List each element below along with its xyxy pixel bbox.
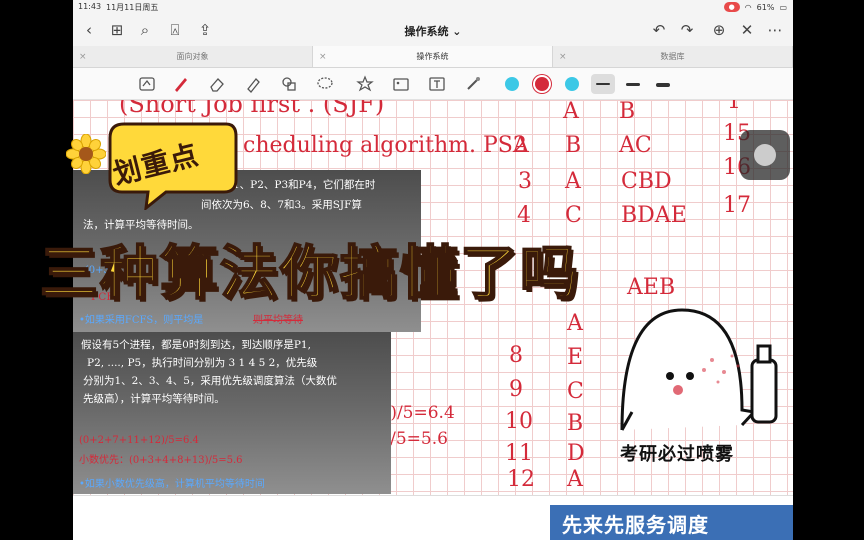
- note-right-number: 1: [727, 100, 741, 114]
- note-number: 4: [517, 203, 531, 228]
- recording-icon: ●: [723, 2, 740, 12]
- note-sequence: B: [619, 100, 635, 124]
- panel-text: •如果采用FCFS，则平均是: [79, 315, 204, 326]
- note-sjf-line: (Short Job first . (SJF): [119, 100, 384, 118]
- redo-icon[interactable]: ↷: [677, 20, 697, 40]
- note-number: 3: [518, 169, 532, 194]
- text-icon[interactable]: [427, 74, 447, 94]
- note-letter: A: [566, 311, 584, 336]
- note-letter: A: [562, 100, 580, 124]
- tab-close-icon[interactable]: ×: [79, 46, 87, 68]
- tab-os[interactable]: × 操作系统: [313, 46, 553, 67]
- note-number: 2: [513, 133, 527, 158]
- eraser-icon[interactable]: [207, 74, 227, 94]
- panel-text: 小数优先：(0+3+4+8+13)/5=5.6: [79, 455, 243, 466]
- nav-bar: ‹ ⊞ ⌕ ⍓ ⇪ 操作系统 ⌄ ↶ ↷ ⊕ ✕ ⋯: [73, 14, 793, 46]
- panel-text: 分别为1、2、3、4、5，采用优先级调度算法（大数优: [83, 375, 337, 387]
- tab-database[interactable]: × 数据库: [553, 46, 793, 67]
- lasso-read-icon[interactable]: [137, 74, 157, 94]
- note-number: 9: [509, 377, 523, 402]
- back-icon[interactable]: ‹: [79, 20, 99, 40]
- image-icon[interactable]: [391, 74, 411, 94]
- note-number: 10: [505, 409, 533, 434]
- note-letter: C: [567, 379, 584, 404]
- laser-pointer-icon[interactable]: [463, 74, 483, 94]
- panel-text: P2, ...., P5，执行时间分别为 3 1 4 5 2，优先级: [87, 357, 318, 369]
- panel-text: 先级高），计算平均等待时间。: [83, 393, 225, 405]
- sunflower-icon: [66, 134, 106, 174]
- topic-banner-text: 先来先服务调度: [562, 513, 709, 537]
- panel-text: 假设有5个进程，都是0时刻到达，到达顺序是P1,: [81, 339, 311, 351]
- shapes-icon[interactable]: [279, 74, 299, 94]
- close-icon[interactable]: ✕: [737, 20, 757, 40]
- highlighter-icon[interactable]: [243, 74, 263, 94]
- note-number: 8: [509, 343, 523, 368]
- color-cyan-swatch-2[interactable]: [565, 77, 579, 91]
- document-title[interactable]: 操作系统 ⌄: [373, 23, 493, 39]
- note-number: 12: [507, 467, 535, 492]
- add-page-icon[interactable]: ⊕: [709, 20, 729, 40]
- wifi-icon: ◠: [744, 2, 752, 12]
- grid-icon[interactable]: ⊞: [107, 20, 127, 40]
- tab-close-icon[interactable]: ×: [559, 46, 567, 68]
- cover-title: 三种算法你搞懂了吗: [39, 238, 581, 308]
- tab-close-icon[interactable]: ×: [319, 46, 327, 68]
- battery-percent: 61%: [756, 2, 775, 12]
- note-letter: D: [567, 441, 585, 466]
- share-icon[interactable]: ⇪: [195, 20, 215, 40]
- drawing-toolbar: [73, 68, 793, 100]
- lasso-icon[interactable]: [315, 74, 335, 94]
- status-time: 11:43: [78, 2, 102, 11]
- note-sequence: AEB: [626, 275, 675, 300]
- tab-oop[interactable]: × 面向对象: [73, 46, 313, 67]
- note-sequence: CBD: [621, 169, 672, 194]
- topic-banner: 先来先服务调度: [550, 505, 793, 540]
- panel-strike-text: 则平均等待: [253, 315, 303, 326]
- ghost-spray-illustration: [620, 308, 778, 431]
- stroke-thick-option[interactable]: [651, 74, 675, 94]
- undo-icon[interactable]: ↶: [649, 20, 669, 40]
- pen-icon[interactable]: [171, 74, 191, 94]
- note-right-number: 17: [723, 193, 751, 218]
- status-right: ● ◠ 61% ▭: [723, 2, 787, 12]
- note-letter: C: [565, 203, 582, 228]
- note-letter: A: [566, 467, 584, 492]
- document-tabs: × 面向对象 × 操作系统 × 数据库: [73, 46, 793, 68]
- more-icon[interactable]: ⋯: [765, 20, 785, 40]
- note-letter: A: [564, 169, 582, 194]
- note-letter: E: [567, 345, 583, 370]
- note-number: 11: [505, 441, 533, 466]
- stroke-medium-option[interactable]: [621, 74, 645, 94]
- note-scheduling-line: cheduling algorithm. PSA: [243, 133, 530, 158]
- panel-text: 1、P2、P3和P4，它们都在时: [233, 179, 376, 191]
- stroke-thin-option[interactable]: [591, 74, 615, 94]
- note-letter: B: [567, 411, 583, 436]
- floating-assistive-button[interactable]: [740, 130, 790, 180]
- bookmark-icon[interactable]: ⍓: [165, 20, 185, 40]
- sticker-icon[interactable]: [355, 74, 375, 94]
- status-bar: 11:43 11月11日周五 ● ◠ 61% ▭: [73, 0, 793, 14]
- screenshot-panel-bottom: 假设有5个进程，都是0时刻到达，到达顺序是P1, P2, ...., P5，执行…: [73, 332, 391, 494]
- search-icon[interactable]: ⌕: [135, 20, 155, 40]
- note-sequence: AC: [618, 133, 652, 158]
- cover-slogan: 考研必过喷雾: [620, 444, 734, 465]
- note-letter: B: [565, 133, 581, 158]
- color-red-swatch[interactable]: [535, 77, 549, 91]
- status-date: 11月11日周五: [106, 3, 159, 12]
- color-cyan-swatch[interactable]: [505, 77, 519, 91]
- panel-text: (0+2+7+11+12)/5=6.4: [79, 435, 199, 446]
- battery-icon: ▭: [779, 2, 787, 12]
- note-sequence: BDAE: [621, 203, 687, 228]
- panel-text: •如果小数优先级高，计算机平均等待时间: [79, 479, 265, 490]
